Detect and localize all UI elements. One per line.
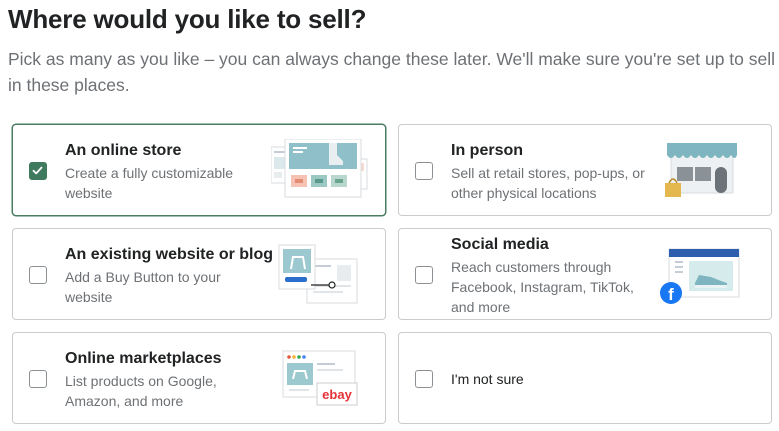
option-description: Reach customers through Facebook, Instag… (451, 259, 634, 315)
facebook-icon: f (668, 285, 674, 304)
option-description: Sell at retail stores, pop-ups, or other… (451, 165, 645, 201)
option-title: Social media (451, 236, 549, 253)
option-description: Create a fully customizable website (65, 165, 234, 201)
option-card-marketplaces[interactable]: Online marketplaces List products on Goo… (12, 332, 386, 424)
storefront-illustration (665, 143, 737, 197)
checkmark-icon (32, 166, 43, 175)
online-store-illustration (271, 139, 368, 198)
option-description: Add a Buy Button to your website (65, 269, 221, 305)
option-title: An existing website or blog (65, 246, 274, 263)
option-card-not-sure[interactable]: I'm not sure (398, 332, 772, 424)
checkbox-social-media[interactable] (415, 266, 433, 284)
checkbox-not-sure[interactable] (415, 370, 433, 388)
option-title: I'm not sure (451, 371, 524, 387)
page-subtitle: Pick as many as you like – you can alway… (8, 49, 776, 95)
option-title: In person (451, 142, 524, 159)
option-title: Online marketplaces (65, 350, 222, 367)
option-card-social-media[interactable]: Social media Reach customers through Fac… (398, 228, 772, 320)
option-title: An online store (65, 142, 182, 159)
option-card-in-person[interactable]: In person Sell at retail stores, pop-ups… (398, 124, 772, 216)
option-card-online-store[interactable]: An online store Create a fully customiza… (12, 124, 386, 216)
ebay-logo: ebay (322, 387, 352, 402)
social-media-illustration: f (660, 248, 740, 304)
page-title: Where would you like to sell? (8, 4, 367, 34)
checkbox-marketplaces[interactable] (29, 370, 47, 388)
checkbox-existing-website[interactable] (29, 266, 47, 284)
buy-button-illustration (278, 244, 358, 304)
marketplace-illustration: ebay (282, 350, 358, 406)
option-description: List products on Google, Amazon, and mor… (65, 373, 217, 409)
checkbox-online-store[interactable] (29, 162, 47, 180)
checkbox-in-person[interactable] (415, 162, 433, 180)
option-card-existing-website[interactable]: An existing website or blog Add a Buy Bu… (12, 228, 386, 320)
